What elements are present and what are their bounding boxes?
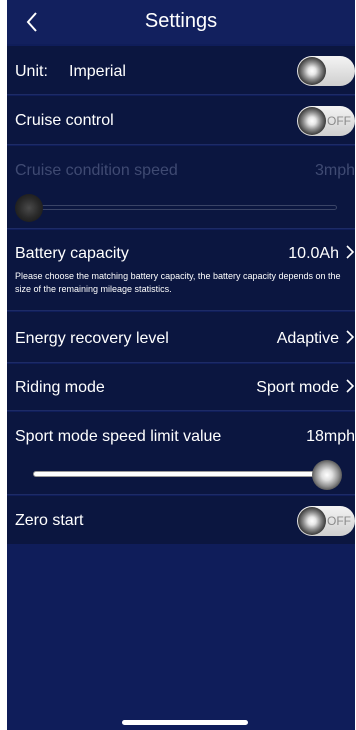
divider: [7, 144, 355, 145]
toggle-knob: [298, 507, 326, 535]
sport-speed-row: Sport mode speed limit value 18mph: [7, 412, 355, 494]
toggle-knob: [298, 107, 326, 135]
chevron-right-icon: [346, 330, 355, 344]
divider: [7, 410, 355, 411]
zero-start-label: Zero start: [15, 512, 84, 529]
cruise-control-toggle[interactable]: OFF: [297, 106, 355, 136]
riding-mode-row[interactable]: Riding mode Sport mode: [7, 364, 355, 410]
energy-recovery-label: Energy recovery level: [15, 330, 169, 347]
riding-mode-value-wrap: Sport mode: [256, 378, 355, 398]
page-title: Settings: [144, 10, 218, 32]
unit-value: Imperial: [69, 63, 126, 80]
riding-mode-label: Riding mode: [15, 379, 105, 396]
cruise-speed-row: Cruise condition speed 3mph: [7, 146, 355, 228]
settings-screen: Settings Unit: Imperial Cruise control O…: [7, 0, 355, 730]
energy-recovery-value: Adaptive: [276, 330, 339, 347]
energy-recovery-row[interactable]: Energy recovery level Adaptive: [7, 312, 355, 362]
battery-capacity-value-wrap: 10.0Ah: [288, 244, 355, 264]
zero-start-toggle[interactable]: OFF: [297, 506, 355, 536]
divider: [7, 310, 355, 311]
toggle-knob: [298, 57, 326, 85]
zero-start-row: Zero start OFF: [7, 496, 355, 544]
toggle-off-text: OFF: [327, 514, 351, 528]
cruise-speed-value: 3mph: [314, 162, 355, 179]
battery-capacity-label: Battery capacity: [15, 245, 129, 262]
divider: [7, 228, 355, 229]
toggle-off-text: OFF: [327, 114, 351, 128]
sport-speed-label: Sport mode speed limit value: [15, 428, 222, 445]
unit-row: Unit: Imperial: [7, 46, 355, 94]
header-bar: Settings: [7, 0, 355, 44]
sport-speed-slider-knob[interactable]: [312, 460, 342, 490]
home-indicator: [122, 720, 248, 725]
riding-mode-value: Sport mode: [256, 379, 339, 396]
cruise-speed-slider-track: [31, 205, 337, 210]
cruise-speed-label: Cruise condition speed: [15, 162, 178, 179]
divider: [7, 94, 355, 95]
divider: [7, 494, 355, 495]
cruise-control-label: Cruise control: [15, 112, 114, 129]
cruise-speed-slider-knob: [15, 194, 43, 222]
divider: [7, 362, 355, 363]
chevron-right-icon: [346, 379, 355, 393]
battery-capacity-value: 10.0Ah: [288, 245, 339, 262]
unit-label: Unit:: [15, 63, 48, 80]
cruise-control-row: Cruise control OFF: [7, 96, 355, 144]
sport-speed-value: 18mph: [306, 428, 355, 445]
unit-toggle[interactable]: [297, 56, 355, 86]
battery-capacity-note: Please choose the matching battery capac…: [15, 271, 341, 294]
sport-speed-slider-track[interactable]: [33, 471, 331, 477]
chevron-right-icon: [346, 245, 355, 259]
energy-recovery-value-wrap: Adaptive: [277, 329, 355, 349]
